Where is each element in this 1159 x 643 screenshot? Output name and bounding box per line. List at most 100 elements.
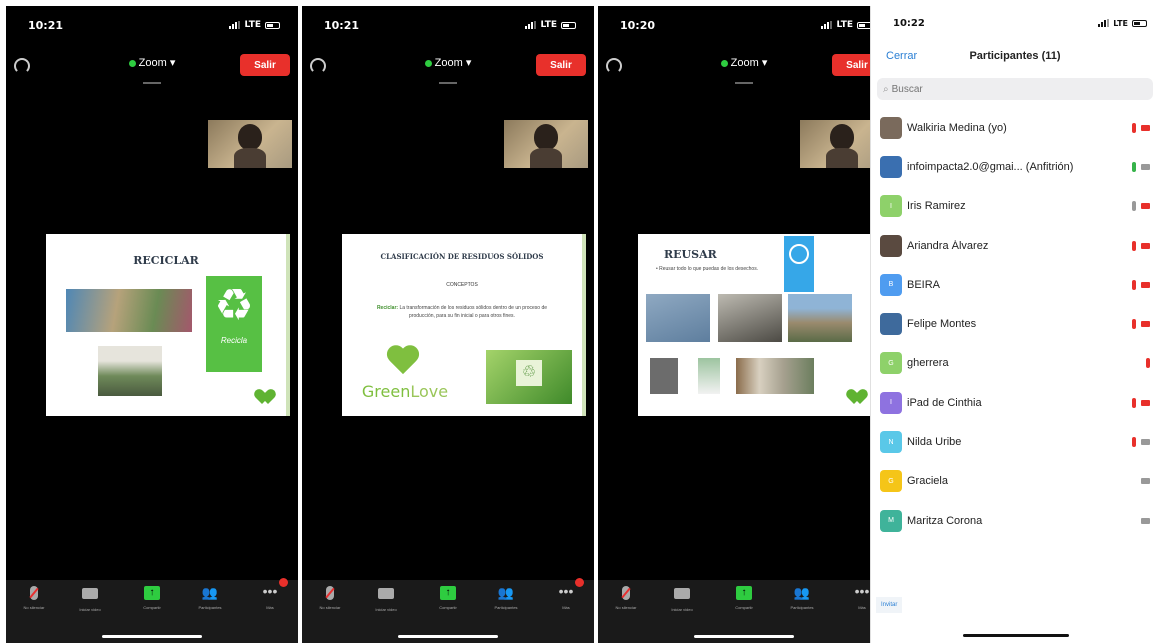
participant-row[interactable]: N Nilda Uribe bbox=[871, 422, 1159, 461]
leave-button[interactable]: Salir bbox=[536, 54, 586, 76]
notification-badge bbox=[279, 578, 288, 587]
meeting-toolbar: No silenciar Iniciar video ↑ Compartir 👥 P… bbox=[598, 578, 890, 643]
muted-mic-icon bbox=[1132, 279, 1136, 290]
status-bar: 10:21 LTE bbox=[6, 6, 298, 44]
network-label: LTE bbox=[1113, 18, 1128, 28]
start-video-button[interactable]: Iniciar video bbox=[62, 586, 118, 612]
zoom-meeting-screen-3: 10:20 LTE Zoom ▾ Salir REUSAR • Reusar t… bbox=[598, 6, 890, 643]
shared-slide: RECICLAR ♻ Recicla bbox=[46, 234, 290, 416]
search-bar[interactable]: ⌕ bbox=[877, 78, 1153, 100]
more-icon: ••• bbox=[242, 578, 298, 598]
status-time: 10:21 bbox=[28, 18, 64, 32]
more-button[interactable]: ••• Más bbox=[242, 578, 298, 610]
signal-icon bbox=[821, 21, 833, 29]
mic-icon bbox=[1132, 201, 1136, 212]
video-off-icon bbox=[1141, 439, 1150, 446]
secure-icon bbox=[128, 59, 136, 67]
share-button[interactable]: ↑ Compartir bbox=[716, 586, 772, 610]
mic-icon bbox=[1132, 161, 1136, 172]
signal-icon bbox=[229, 21, 241, 29]
heart-icon bbox=[386, 346, 420, 376]
slide-title: REUSAR bbox=[664, 248, 717, 261]
participants-icon: 👥 bbox=[201, 585, 219, 600]
meeting-top-bar: Zoom ▾ Salir bbox=[6, 50, 298, 84]
self-video-thumbnail[interactable] bbox=[504, 120, 588, 168]
video-off-icon bbox=[674, 588, 690, 599]
avatar bbox=[880, 234, 902, 257]
recycle-icon: ♻ bbox=[214, 281, 254, 330]
participant-row[interactable]: Ggherrera bbox=[871, 344, 1159, 383]
avatar bbox=[880, 116, 902, 139]
status-time: 10:22 bbox=[893, 17, 925, 29]
participant-row[interactable]: IiPad de Cinthia bbox=[871, 383, 1159, 422]
network-label: LTE bbox=[836, 20, 853, 30]
avatar: N bbox=[880, 431, 902, 454]
participants-button[interactable]: 👥 Participantes bbox=[182, 585, 238, 611]
muted-mic-icon bbox=[326, 586, 334, 600]
share-icon: ↑ bbox=[440, 586, 456, 600]
home-indicator[interactable] bbox=[694, 635, 794, 638]
more-icon: ••• bbox=[538, 578, 594, 598]
panel-header: Cerrar Participantes (11) bbox=[871, 42, 1159, 72]
share-button[interactable]: ↑ Compartir bbox=[420, 586, 476, 610]
screenshot-collage: 10:21 LTE Zoom ▾ Salir RECICLAR ♻ Recicl… bbox=[0, 0, 1159, 643]
participants-icon: 👥 bbox=[793, 585, 811, 600]
participant-name: BEIRA bbox=[907, 278, 941, 291]
home-indicator[interactable] bbox=[963, 634, 1069, 637]
zoom-meeting-screen-2: 10:21 LTE Zoom ▾ Salir CLASIFICACIÓN DE … bbox=[302, 6, 594, 643]
network-label: LTE bbox=[244, 20, 261, 30]
unmute-button[interactable]: No silenciar bbox=[598, 586, 654, 610]
participants-button[interactable]: 👥 Participantes bbox=[774, 585, 830, 611]
invite-button[interactable]: Invitar bbox=[876, 597, 903, 613]
more-button[interactable]: ••• Más bbox=[538, 578, 594, 610]
signal-icon bbox=[1098, 19, 1110, 27]
participant-row[interactable]: M Maritza Corona bbox=[871, 501, 1159, 540]
avatar: G bbox=[880, 352, 902, 375]
self-video-thumbnail[interactable] bbox=[208, 120, 292, 168]
participant-row[interactable]: Ariandra Álvarez bbox=[871, 226, 1159, 265]
meeting-toolbar: No silenciar Iniciar video ↑ Compartir 👥 P… bbox=[6, 578, 298, 643]
participant-name: Walkiria Medina (yo) bbox=[907, 121, 1007, 134]
participant-name: iPad de Cinthia bbox=[907, 396, 982, 409]
share-icon: ↑ bbox=[736, 586, 752, 600]
leave-button[interactable]: Salir bbox=[240, 54, 290, 76]
muted-mic-icon bbox=[1132, 437, 1136, 448]
shared-slide: REUSAR • Reusar todo lo que puedas de lo… bbox=[638, 234, 882, 416]
battery-icon bbox=[1132, 19, 1147, 27]
reuse-badge bbox=[784, 236, 814, 292]
unmute-button[interactable]: No silenciar bbox=[302, 586, 358, 610]
search-input[interactable] bbox=[891, 83, 1132, 95]
home-indicator[interactable] bbox=[102, 635, 202, 638]
participants-button[interactable]: 👥 Participantes bbox=[478, 586, 534, 611]
participant-row[interactable]: infoimpacta2.0@gmai... (Anfitrión) bbox=[871, 147, 1159, 186]
share-button[interactable]: ↑ Compartir bbox=[124, 586, 180, 610]
avatar bbox=[880, 155, 902, 178]
avatar bbox=[880, 313, 902, 336]
panel-title: Participantes (11) bbox=[969, 50, 1061, 62]
share-icon: ↑ bbox=[144, 586, 160, 600]
unmute-button[interactable]: No silenciar bbox=[6, 586, 62, 610]
slide-photo bbox=[788, 294, 852, 342]
participant-row[interactable]: I Iris Ramirez bbox=[871, 187, 1159, 226]
video-off-icon bbox=[82, 588, 98, 599]
status-time: 10:20 bbox=[620, 18, 656, 32]
start-video-button[interactable]: Iniciar video bbox=[654, 586, 710, 612]
start-video-button[interactable]: Iniciar video bbox=[358, 586, 414, 612]
participant-row[interactable]: Walkiria Medina (yo) bbox=[871, 108, 1159, 147]
avatar: B bbox=[880, 273, 902, 296]
status-bar: 10:21 LTE bbox=[302, 6, 594, 44]
home-indicator[interactable] bbox=[398, 635, 498, 638]
video-off-icon bbox=[1141, 242, 1150, 249]
slide-subtitle: CONCEPTOS bbox=[446, 282, 478, 288]
participant-row[interactable]: B BEIRA bbox=[871, 265, 1159, 304]
signal-icon bbox=[525, 21, 537, 29]
status-bar: 10:20 LTE bbox=[598, 6, 890, 44]
zoom-meeting-screen-1: 10:21 LTE Zoom ▾ Salir RECICLAR ♻ Recicl… bbox=[6, 6, 298, 643]
participant-row[interactable]: G Graciela bbox=[871, 462, 1159, 501]
video-off-icon bbox=[1141, 203, 1150, 210]
slide-photo bbox=[698, 358, 720, 394]
video-off-icon bbox=[1141, 321, 1150, 328]
secure-icon bbox=[424, 59, 432, 67]
participant-row[interactable]: Felipe Montes bbox=[871, 304, 1159, 343]
slide-title: RECICLAR bbox=[133, 254, 199, 267]
